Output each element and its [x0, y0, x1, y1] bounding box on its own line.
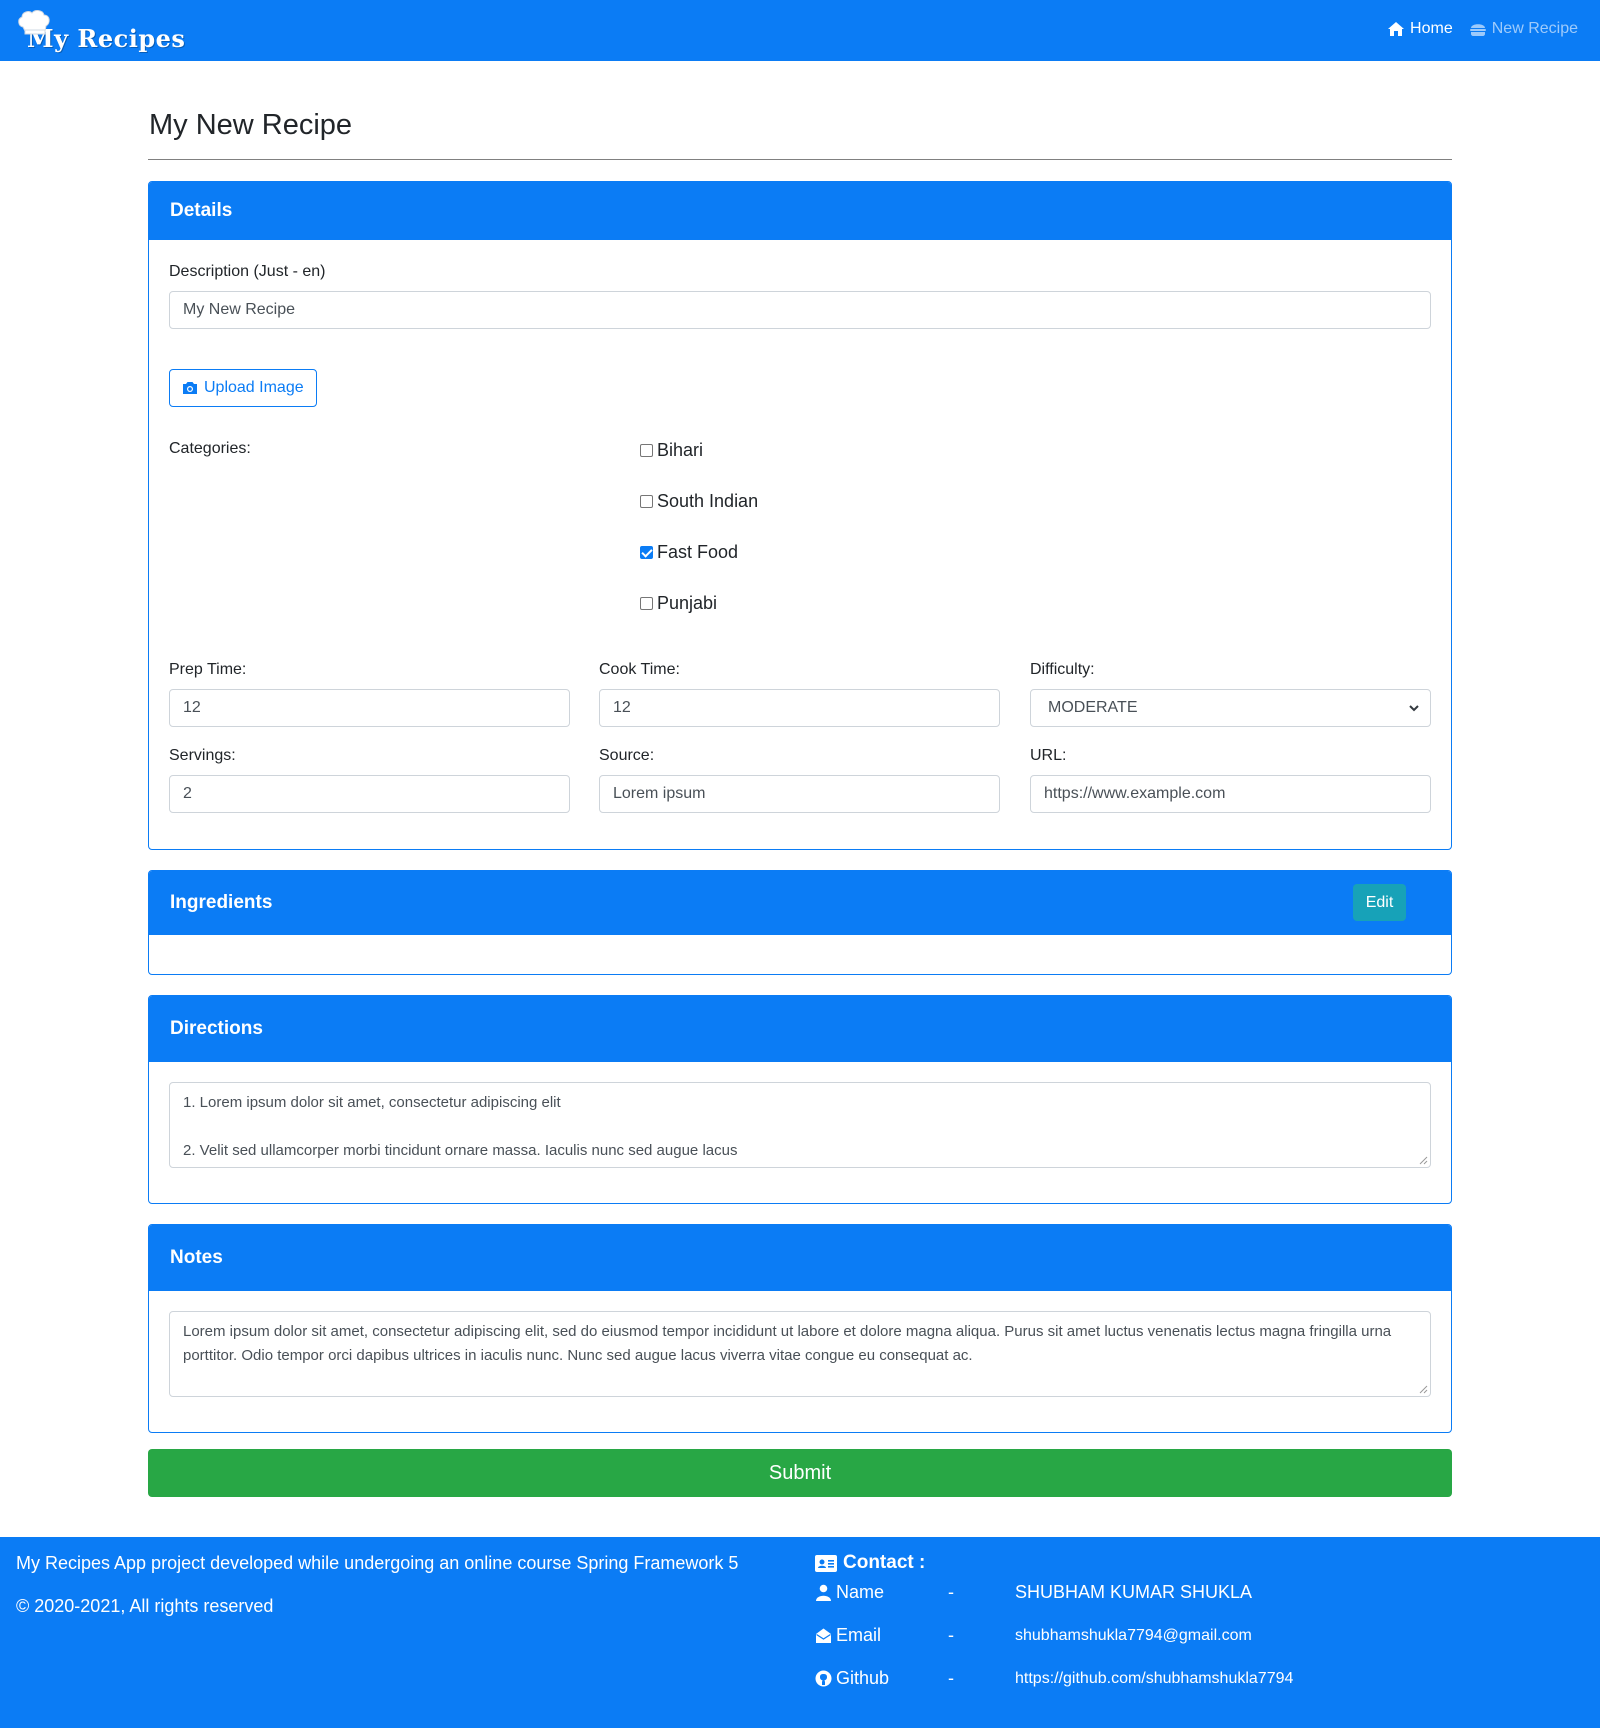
brand-link[interactable]: My Recipes — [17, 9, 185, 53]
notes-card: Notes Lorem ipsum dolor sit amet, consec… — [148, 1224, 1452, 1433]
id-card-icon — [815, 1554, 837, 1572]
nav-home-label: Home — [1410, 20, 1453, 37]
cook-time-label: Cook Time: — [599, 661, 680, 678]
user-icon — [816, 1584, 831, 1601]
contact-separator: - — [948, 1625, 954, 1645]
prep-time-label: Prep Time: — [169, 661, 247, 678]
url-label: URL: — [1030, 747, 1067, 764]
details-header: Details — [149, 182, 1451, 240]
notes-title: Notes — [170, 1247, 223, 1268]
difficulty-value: MODERATE — [1048, 699, 1138, 716]
contact-name-row: Name - SHUBHAM KUMAR SHUKLA — [815, 1582, 1252, 1603]
title-divider — [148, 159, 1452, 160]
details-title: Details — [170, 200, 233, 221]
burger-icon — [1469, 24, 1486, 36]
contact-github-label-wrap: Github — [815, 1668, 948, 1689]
nav-new-recipe-label: New Recipe — [1491, 20, 1578, 37]
category-checkbox[interactable] — [640, 495, 653, 508]
contact-github-label: Github — [836, 1668, 890, 1688]
categories-label: Categories: — [169, 440, 251, 457]
source-label: Source: — [599, 747, 655, 764]
category-checkbox[interactable] — [640, 444, 653, 457]
navbar: My Recipes Home New Recipe — [0, 0, 1600, 61]
contact-title: Contact : — [843, 1552, 926, 1573]
cook-time-input[interactable]: 12 — [599, 689, 1000, 727]
upload-image-button[interactable]: Upload Image — [169, 369, 317, 407]
notes-textarea[interactable]: Lorem ipsum dolor sit amet, consectetur … — [169, 1311, 1431, 1397]
home-icon — [1388, 22, 1405, 36]
submit-button[interactable]: Submit — [148, 1449, 1452, 1497]
category-option[interactable]: Punjabi — [640, 593, 717, 614]
directions-blank-line — [183, 1115, 1417, 1139]
contact-github-link[interactable]: https://github.com/shubhamshukla7794 — [1015, 1670, 1293, 1688]
category-checkbox[interactable] — [640, 597, 653, 610]
upload-image-label: Upload Image — [204, 379, 304, 396]
footer: My Recipes App project developed while u… — [0, 1537, 1600, 1728]
description-input[interactable]: My New Recipe — [169, 291, 1431, 329]
ingredients-card: Ingredients Edit — [148, 870, 1452, 975]
page-title: My New Recipe — [149, 109, 353, 141]
contact-separator: - — [948, 1582, 954, 1602]
contact-email-label: Email — [836, 1625, 882, 1645]
difficulty-select[interactable]: MODERATE — [1030, 689, 1431, 727]
category-label: Bihari — [657, 440, 704, 460]
difficulty-label: Difficulty: — [1030, 661, 1095, 678]
category-label: Punjabi — [657, 593, 718, 613]
footer-about: My Recipes App project developed while u… — [16, 1553, 739, 1573]
source-input[interactable]: Lorem ipsum — [599, 775, 1000, 813]
contact-separator: - — [948, 1668, 954, 1688]
edit-ingredients-button[interactable]: Edit — [1353, 884, 1406, 921]
footer-copyright: © 2020-2021, All rights reserved — [16, 1596, 274, 1616]
ingredients-title: Ingredients — [170, 892, 273, 913]
category-option[interactable]: South Indian — [640, 491, 758, 512]
contact-email-label-wrap: Email — [815, 1625, 948, 1646]
chevron-down-icon — [1409, 705, 1419, 712]
directions-title: Directions — [170, 1018, 263, 1039]
description-label: Description (Just - en) — [169, 263, 326, 280]
nav-home-link[interactable]: Home — [1387, 20, 1453, 38]
notes-header: Notes — [149, 1225, 1451, 1291]
contact-name-value: SHUBHAM KUMAR SHUKLA — [1015, 1582, 1253, 1602]
directions-line-1: 1. Lorem ipsum dolor sit amet, consectet… — [183, 1094, 561, 1111]
directions-line-2: 2. Velit sed ullamcorper morbi tincidunt… — [183, 1142, 738, 1159]
contact-email-row: Email - shubhamshukla7794@gmail.com — [815, 1625, 1252, 1646]
envelope-open-icon — [816, 1628, 831, 1643]
nav-new-recipe-link[interactable]: New Recipe — [1469, 20, 1578, 38]
category-option[interactable]: Bihari — [640, 440, 703, 461]
chef-hat-icon — [18, 10, 50, 35]
url-input[interactable]: https://www.example.com — [1030, 775, 1431, 813]
notes-text: Lorem ipsum dolor sit amet, consectetur … — [183, 1323, 1392, 1364]
ingredients-header: Ingredients Edit — [149, 871, 1451, 935]
github-icon — [815, 1670, 832, 1687]
contact-heading: Contact : — [815, 1552, 925, 1574]
contact-name-label: Name — [836, 1582, 885, 1602]
directions-textarea[interactable]: 1. Lorem ipsum dolor sit amet, consectet… — [169, 1082, 1431, 1168]
category-checkbox[interactable] — [640, 546, 653, 559]
servings-label: Servings: — [169, 747, 236, 764]
servings-input[interactable]: 2 — [169, 775, 570, 813]
resize-grip-icon[interactable] — [1419, 1156, 1428, 1165]
contact-email-link[interactable]: shubhamshukla7794@gmail.com — [1015, 1627, 1252, 1645]
details-card: Details Description (Just - en) My New R… — [148, 181, 1452, 850]
nav-links: Home New Recipe — [1387, 20, 1578, 38]
category-label: Fast Food — [657, 542, 739, 562]
resize-grip-icon[interactable] — [1419, 1385, 1428, 1394]
prep-time-input[interactable]: 12 — [169, 689, 570, 727]
camera-icon — [183, 382, 197, 394]
category-label: South Indian — [657, 491, 759, 511]
directions-header: Directions — [149, 996, 1451, 1062]
contact-name-label-wrap: Name — [815, 1582, 948, 1603]
directions-card: Directions 1. Lorem ipsum dolor sit amet… — [148, 995, 1452, 1204]
category-option[interactable]: Fast Food — [640, 542, 738, 563]
contact-github-row: Github - https://github.com/shubhamshukl… — [815, 1668, 1293, 1689]
